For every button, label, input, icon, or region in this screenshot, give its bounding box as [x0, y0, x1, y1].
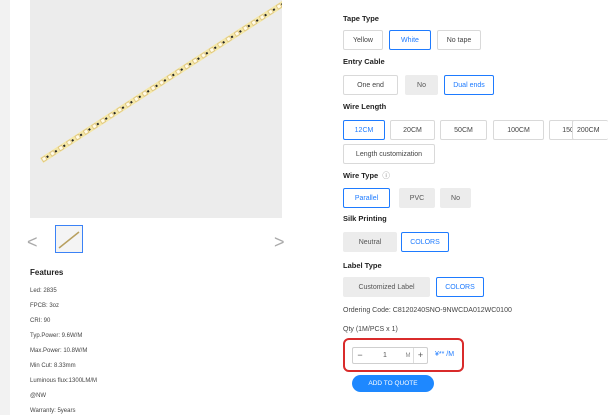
wire-length-12cm-option[interactable]: 12CM — [343, 120, 385, 140]
wire-type-no-option[interactable]: No — [440, 188, 471, 208]
prev-image-arrow[interactable]: < — [27, 233, 38, 251]
quantity-stepper[interactable]: − 1 M + — [352, 347, 428, 364]
entry-cable-one-end-option[interactable]: One end — [343, 75, 398, 95]
tape-type-white-option[interactable]: White — [389, 30, 431, 50]
wire-type-pvc-option[interactable]: PVC — [399, 188, 435, 208]
feature-item: Led: 2835 — [30, 288, 57, 294]
feature-item: Typ.Power: 9.6W/M — [30, 333, 83, 339]
price-per-meter: ¥** /M — [435, 351, 455, 358]
thumbnail-strip-icon — [58, 231, 80, 249]
entry-cable-dual-ends-option[interactable]: Dual ends — [444, 75, 494, 95]
product-main-image — [30, 0, 282, 218]
quantity-plus-button[interactable]: + — [413, 348, 427, 363]
led-strip-image — [39, 0, 282, 164]
label-type-title: Label Type — [343, 261, 382, 270]
entry-cable-title: Entry Cable — [343, 57, 385, 66]
quantity-minus-button[interactable]: − — [353, 348, 367, 363]
entry-cable-no-option[interactable]: No — [405, 75, 438, 95]
tape-type-yellow-option[interactable]: Yellow — [343, 30, 383, 50]
image-thumbnail[interactable] — [55, 225, 83, 253]
wire-type-title-text: Wire Type — [343, 171, 379, 180]
quantity-value-input[interactable]: 1 — [367, 352, 403, 359]
silk-printing-neutral-option[interactable]: Neutral — [343, 232, 397, 252]
add-to-quote-button[interactable]: ADD TO QUOTE — [352, 375, 434, 392]
wire-type-parallel-option[interactable]: Parallel — [343, 188, 390, 208]
label-type-customized-option[interactable]: Customized Label — [343, 277, 430, 297]
next-image-arrow[interactable]: > — [274, 233, 285, 251]
feature-item: Min Cut: 8.33mm — [30, 363, 76, 369]
feature-item: Warranty: 5years — [30, 408, 76, 414]
feature-item: Max.Power: 10.8W/M — [30, 348, 88, 354]
wire-length-20cm-option[interactable]: 20CM — [390, 120, 435, 140]
wire-length-title: Wire Length — [343, 102, 387, 111]
silk-printing-title: Silk Printing — [343, 214, 387, 223]
features-title: Features — [30, 268, 64, 277]
length-customization-option[interactable]: Length customization — [343, 144, 435, 164]
qty-label: Qty (1M/PCS x 1) — [343, 326, 398, 333]
feature-item: CRI: 90 — [30, 318, 51, 324]
feature-list: Led: 2835 FPCB: 3oz CRI: 90 Typ.Power: 9… — [30, 287, 97, 415]
label-type-colors-option[interactable]: COLORS — [436, 277, 484, 297]
wire-type-title: Wire Type ⓘ — [343, 170, 390, 181]
ordering-code: Ordering Code: C8120240SNO-9NWCDA012WC01… — [343, 307, 512, 314]
wire-length-50cm-option[interactable]: 50CM — [440, 120, 487, 140]
feature-item: Luminous flux:1300LM/M — [30, 378, 98, 384]
silk-printing-colors-option[interactable]: COLORS — [401, 232, 449, 252]
wire-length-200cm-option[interactable]: 200CM — [572, 120, 608, 140]
wire-length-100cm-option[interactable]: 100CM — [493, 120, 544, 140]
quantity-unit: M — [405, 352, 411, 359]
tape-type-no-tape-option[interactable]: No tape — [437, 30, 481, 50]
feature-item: FPCB: 3oz — [30, 303, 60, 309]
tape-type-title: Tape Type — [343, 14, 379, 23]
info-icon[interactable]: ⓘ — [382, 171, 390, 180]
product-page: < > Features Led: 2835 FPCB: 3oz CRI: 90… — [10, 0, 608, 415]
feature-item: @NW — [30, 393, 47, 399]
